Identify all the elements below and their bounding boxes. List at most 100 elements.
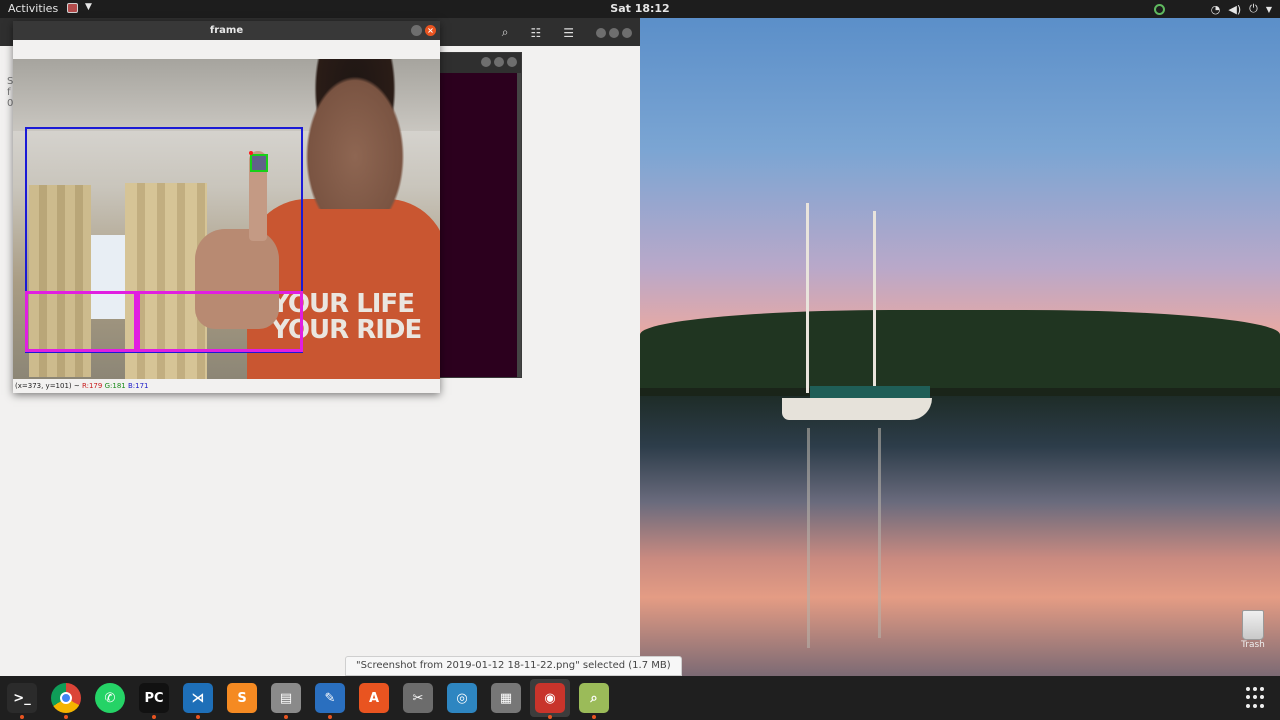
- whatsapp-icon[interactable]: ✆: [95, 683, 125, 713]
- grid-dot: [1260, 695, 1264, 700]
- icon-glyph: ✆: [104, 690, 116, 706]
- running-indicator: [328, 715, 332, 719]
- minimize-button[interactable]: [411, 25, 422, 36]
- icon-glyph: ⌕: [590, 690, 598, 706]
- grid-dot: [1253, 703, 1257, 708]
- close-button[interactable]: [622, 27, 632, 38]
- chrome-center: [60, 692, 72, 704]
- wifi-icon[interactable]: ◔: [1211, 3, 1221, 16]
- scrollbar[interactable]: [517, 73, 521, 377]
- icon-glyph: ◉: [544, 690, 556, 706]
- icon-glyph: ✎: [324, 690, 336, 706]
- sublime-icon[interactable]: S: [227, 683, 257, 713]
- trash-desktop-icon[interactable]: Trash: [1236, 610, 1270, 650]
- pixel-green: G:181: [104, 382, 126, 390]
- calculator-icon[interactable]: ▦: [491, 683, 521, 713]
- running-indicator: [196, 715, 200, 719]
- wallpaper-reflection: [807, 428, 810, 648]
- camera-feed[interactable]: YOUR LIFE YOUR RIDE: [13, 59, 440, 379]
- window-title: frame: [209, 25, 244, 36]
- view-toggle-icon[interactable]: ☷: [530, 26, 541, 40]
- frame-toolbar: [13, 40, 440, 59]
- volume-icon[interactable]: ◀): [1228, 3, 1241, 16]
- wallpaper-mast: [873, 211, 876, 393]
- terminal-titlebar[interactable]: [437, 53, 521, 73]
- file-manager-controls: ⌕ ☷ ☰: [502, 25, 632, 40]
- show-applications-button[interactable]: [1246, 687, 1268, 709]
- vscode-icon[interactable]: ⋊: [183, 683, 213, 719]
- wallpaper-mast: [806, 203, 809, 393]
- frame-app-icon[interactable]: ◉: [535, 683, 565, 719]
- icon-glyph: ▦: [499, 690, 513, 706]
- wallpaper-treeline: [640, 310, 1280, 392]
- top-bar: Activities ▼ Sat 18:12 ◔ ◀) ⏻ ▼: [0, 0, 1280, 18]
- wallpaper-water: [640, 396, 1280, 676]
- close-button[interactable]: ×: [425, 25, 436, 36]
- icon-glyph: ▤: [279, 690, 293, 706]
- shutter-icon[interactable]: ◎: [447, 683, 477, 713]
- camera-person-head: [295, 59, 415, 209]
- trash-icon: [1242, 610, 1264, 640]
- running-indicator: [284, 715, 288, 719]
- icon-glyph: S: [237, 690, 247, 706]
- sync-icon[interactable]: [1153, 3, 1165, 15]
- icon-glyph: ✂: [412, 690, 424, 706]
- wallpaper-boat-deck: [810, 386, 930, 398]
- window-buttons: [596, 27, 632, 38]
- maximize-button[interactable]: [609, 27, 619, 38]
- pixel-red: R:179: [81, 382, 103, 390]
- chevron-down-icon[interactable]: ▼: [1266, 5, 1272, 14]
- trash-label: Trash: [1241, 640, 1265, 650]
- fingertip-marker: [250, 154, 268, 172]
- running-indicator: [64, 715, 68, 719]
- grid-dot: [1246, 695, 1250, 700]
- software-icon[interactable]: A: [359, 683, 389, 713]
- roi-zone-left: [25, 291, 137, 352]
- search-icon[interactable]: ⌕: [502, 25, 509, 40]
- window-buttons: ×: [411, 25, 436, 36]
- frame-window[interactable]: frame × YOUR LIFE YOUR RIDE (x=373, y=10…: [13, 21, 440, 393]
- screenshot-tool-icon[interactable]: ✂: [403, 683, 433, 713]
- image-viewer-icon[interactable]: ⌕: [579, 683, 609, 719]
- window-buttons: [481, 57, 517, 67]
- close-button[interactable]: [507, 57, 517, 67]
- minimize-button[interactable]: [596, 27, 606, 38]
- wallpaper-boat-hull: [782, 398, 932, 420]
- dock: >_ ✆ PC ⋊ S ▤ ✎ A ✂ ◎ ▦ ◉ ⌕: [0, 676, 1280, 720]
- running-indicator: [20, 715, 24, 719]
- wallpaper-reflection: [878, 428, 881, 638]
- desktop-wallpaper: [640, 18, 1280, 676]
- maximize-button[interactable]: [494, 57, 504, 67]
- writer-icon[interactable]: ✎: [315, 683, 345, 719]
- icon-glyph: ⋊: [191, 690, 205, 706]
- fingertip-point: [249, 151, 253, 155]
- icon-glyph: >_: [13, 690, 31, 706]
- menu-icon[interactable]: ☰: [563, 26, 574, 40]
- chrome-icon[interactable]: [51, 683, 81, 719]
- pixel-blue: B:171: [127, 382, 149, 390]
- wallpaper-shore: [640, 388, 1280, 396]
- cursor-coords: (x=373, y=101) ~: [15, 382, 82, 390]
- grid-dot: [1246, 687, 1250, 691]
- system-tray[interactable]: ◔ ◀) ⏻ ▼: [1153, 2, 1272, 16]
- grid-dot: [1246, 703, 1250, 708]
- grid-dot: [1253, 687, 1257, 691]
- minimize-button[interactable]: [481, 57, 491, 67]
- files-icon[interactable]: ▤: [271, 683, 301, 719]
- pixel-info-statusbar: (x=373, y=101) ~ R:179 G:181 B:171: [13, 379, 440, 393]
- running-indicator: [152, 715, 156, 719]
- frame-titlebar[interactable]: frame ×: [13, 21, 440, 40]
- grid-dot: [1260, 687, 1264, 691]
- roi-zone-right: [137, 291, 303, 352]
- terminal-icon[interactable]: >_: [7, 683, 37, 719]
- pycharm-icon[interactable]: PC: [139, 683, 169, 719]
- power-icon[interactable]: ⏻: [1249, 2, 1258, 16]
- icon-glyph: PC: [144, 690, 164, 706]
- icon-glyph: ◎: [456, 690, 468, 706]
- running-indicator: [592, 715, 596, 719]
- grid-dot: [1260, 703, 1264, 708]
- running-indicator: [548, 715, 552, 719]
- terminal-window[interactable]: [436, 52, 522, 378]
- selection-status: "Screenshot from 2019-01-12 18-11-22.png…: [345, 656, 682, 676]
- clock[interactable]: Sat 18:12: [0, 2, 1280, 15]
